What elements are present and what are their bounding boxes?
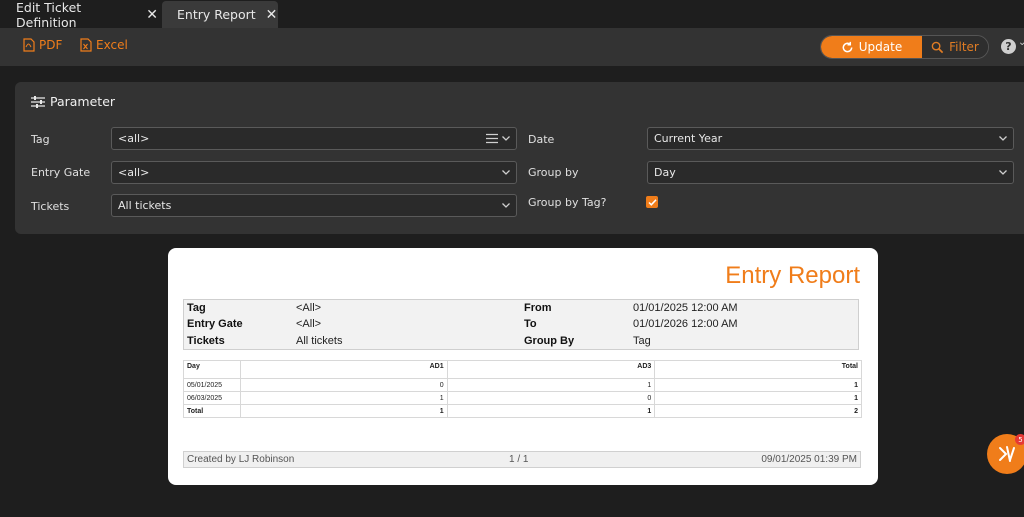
table-cell: 2 <box>654 404 862 418</box>
toolbar: PDF Excel Update Filter ? ⌄ <box>0 28 1024 66</box>
header-value: Tag <box>633 335 651 347</box>
tag-select[interactable]: <all> <box>111 127 517 150</box>
table-cell: 1 <box>239 391 448 405</box>
header-value: 01/01/2026 12:00 AM <box>633 318 738 330</box>
close-icon[interactable]: ✕ <box>266 7 278 23</box>
tickets-label: Tickets <box>31 200 70 213</box>
tickets-select[interactable]: All tickets <box>111 194 517 217</box>
tickets-value: All tickets <box>118 199 172 212</box>
chevron-down-icon <box>999 136 1007 141</box>
table-cell: Total <box>183 404 241 418</box>
tag-value: <all> <box>118 132 150 145</box>
check-icon <box>647 198 657 206</box>
header-key: Entry Gate <box>187 318 243 330</box>
search-icon <box>931 41 944 53</box>
excel-label: Excel <box>96 38 128 52</box>
table-row: 05/01/2025 0 1 1 <box>183 378 862 392</box>
close-icon[interactable]: ✕ <box>146 7 158 23</box>
table-cell: 0 <box>239 378 448 392</box>
date-value: Current Year <box>654 132 723 145</box>
entry-gate-value: <all> <box>118 166 150 179</box>
chevron-down-icon <box>502 203 510 208</box>
header-key: To <box>524 318 537 330</box>
group-by-tag-label: Group by Tag? <box>528 196 607 209</box>
entry-gate-select[interactable]: <all> <box>111 161 517 184</box>
notification-badge: 5 <box>1015 434 1024 445</box>
update-button[interactable]: Update <box>821 36 922 58</box>
tab-bar: Edit Ticket Definition ✕ Entry Report ✕ <box>0 0 1024 30</box>
header-value: <All> <box>296 302 322 314</box>
report-header-box: Tag <All> Entry Gate <All> Tickets All t… <box>183 299 859 350</box>
table-total-row: Total 1 1 2 <box>183 404 862 418</box>
header-key: Group By <box>524 335 575 347</box>
panel-title: Parameter <box>31 94 115 109</box>
tab-edit-ticket-definition[interactable]: Edit Ticket Definition ✕ <box>0 0 158 30</box>
table-cell: 06/03/2025 <box>183 391 241 405</box>
filter-button[interactable]: Filter <box>922 36 988 58</box>
header-key: Tag <box>187 302 206 314</box>
table-cell: 05/01/2025 <box>183 378 241 392</box>
report-preview: Entry Report Tag <All> Entry Gate <All> … <box>168 248 878 485</box>
list-icon[interactable] <box>486 133 498 144</box>
column-header: Total <box>654 360 862 379</box>
date-label: Date <box>528 133 555 146</box>
header-key: From <box>524 302 552 314</box>
chevron-down-icon <box>502 170 510 175</box>
panel-title-label: Parameter <box>50 94 116 109</box>
entry-gate-label: Entry Gate <box>31 166 91 179</box>
generated-timestamp: 09/01/2025 01:39 PM <box>761 454 857 465</box>
group-by-value: Day <box>654 166 676 179</box>
pdf-label: PDF <box>39 38 63 52</box>
report-table: Day AD1 AD3 Total 05/01/2025 0 1 1 06/03… <box>183 360 862 418</box>
filter-label: Filter <box>949 40 979 54</box>
excel-button[interactable]: Excel <box>80 38 128 52</box>
header-key: Tickets <box>187 335 225 347</box>
table-cell: 1 <box>654 378 862 392</box>
table-cell: 0 <box>446 391 656 405</box>
report-title: Entry Report <box>725 262 860 289</box>
pdf-button[interactable]: PDF <box>23 38 62 52</box>
table-row: 06/03/2025 1 0 1 <box>183 391 862 405</box>
table-cell: 1 <box>446 404 656 418</box>
group-by-tag-checkbox[interactable] <box>646 196 658 208</box>
table-header-row: Day AD1 AD3 Total <box>183 360 862 379</box>
sliders-icon <box>31 95 45 108</box>
header-value: <All> <box>296 318 322 330</box>
excel-file-icon <box>80 38 92 52</box>
column-header: AD1 <box>239 360 448 379</box>
table-cell: 1 <box>239 404 448 418</box>
page-number: 1 / 1 <box>509 454 529 465</box>
column-header: AD3 <box>446 360 656 379</box>
date-select[interactable]: Current Year <box>647 127 1014 150</box>
created-by: Created by LJ Robinson <box>187 454 295 465</box>
tab-label: Entry Report <box>177 7 256 22</box>
chevron-down-icon[interactable]: ⌄ <box>1018 37 1024 48</box>
update-filter-group: Update Filter <box>820 35 989 59</box>
group-by-select[interactable]: Day <box>647 161 1014 184</box>
group-by-label: Group by <box>528 166 579 179</box>
chevron-down-icon <box>502 136 510 141</box>
table-cell: 1 <box>654 391 862 405</box>
assistant-icon <box>999 446 1015 462</box>
tab-label: Edit Ticket Definition <box>16 0 82 30</box>
help-icon[interactable]: ? <box>1001 39 1016 54</box>
update-label: Update <box>858 40 903 54</box>
chevron-down-icon <box>999 170 1007 175</box>
parameter-panel: Parameter Tag <all> Entry Gate <all> Tic… <box>15 82 1024 234</box>
tag-label: Tag <box>31 133 50 146</box>
header-value: All tickets <box>296 335 343 347</box>
column-header: Day <box>183 360 241 379</box>
header-value: 01/01/2025 12:00 AM <box>633 302 738 314</box>
table-cell: 1 <box>446 378 656 392</box>
tab-entry-report[interactable]: Entry Report ✕ <box>162 1 278 28</box>
refresh-icon <box>842 41 853 52</box>
pdf-file-icon <box>23 38 35 52</box>
report-footer: Created by LJ Robinson 1 / 1 09/01/2025 … <box>183 451 861 468</box>
